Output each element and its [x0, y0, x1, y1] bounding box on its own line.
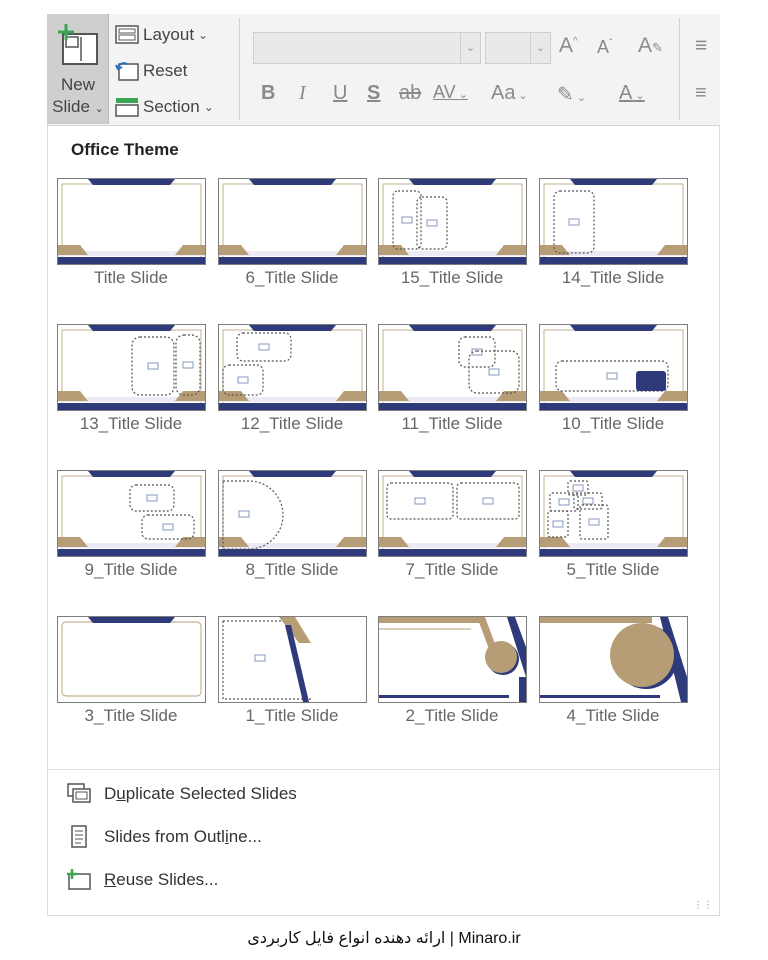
layout-caption[interactable]: Title Slide — [51, 268, 211, 288]
layout-preview — [379, 617, 526, 702]
layout-preview — [219, 471, 366, 556]
clear-formatting-icon[interactable]: A✎ — [638, 34, 663, 58]
bold-button[interactable]: B — [261, 82, 275, 105]
layout-preview — [58, 179, 205, 264]
outline-label: Slides from Outline... — [104, 827, 262, 846]
duplicate-slides-icon — [67, 783, 91, 803]
layout-preview — [379, 179, 526, 264]
underline-button[interactable]: U — [333, 82, 347, 105]
layout-thumbnail[interactable] — [218, 178, 367, 265]
layout-thumbnail[interactable] — [539, 470, 688, 557]
reuse-slides-item[interactable]: Reuse Slides... — [66, 865, 218, 895]
layout-caption[interactable]: 9_Title Slide — [51, 560, 211, 580]
new-slide-icon — [58, 24, 98, 65]
layout-caption[interactable]: 11_Title Slide — [372, 414, 532, 434]
layout-caption[interactable]: 14_Title Slide — [533, 268, 693, 288]
layout-preview — [540, 471, 687, 556]
new-slide-button[interactable]: New Slide ⌄ — [47, 14, 109, 124]
layout-preview — [540, 325, 687, 410]
layout-preview — [540, 617, 687, 702]
layout-preview — [379, 325, 526, 410]
reset-button[interactable]: Reset — [115, 56, 187, 86]
chevron-down-icon: ⌄ — [530, 33, 550, 63]
decrease-font-size-icon[interactable]: Aˇ — [597, 37, 612, 58]
layout-caption[interactable]: 8_Title Slide — [212, 560, 372, 580]
layout-thumbnail[interactable] — [218, 470, 367, 557]
section-button[interactable]: Section ⌄ — [115, 92, 214, 122]
font-color-icon[interactable]: A ⌄ — [619, 82, 645, 105]
layout-preview — [58, 471, 205, 556]
character-spacing-button[interactable]: AV ⌄ — [433, 82, 468, 103]
section-icon — [115, 98, 139, 117]
layout-preview — [540, 179, 687, 264]
layout-thumbnail[interactable] — [57, 616, 206, 703]
layout-icon — [115, 25, 139, 44]
font-size-combobox[interactable]: ⌄ — [485, 32, 551, 64]
layout-thumbnail[interactable] — [57, 324, 206, 411]
layout-preview — [219, 325, 366, 410]
layout-caption[interactable]: 6_Title Slide — [212, 268, 372, 288]
layout-label: Layout — [143, 25, 195, 44]
watermark: Minaro.ir | ارائه دهنده انواع فایل کاربر… — [247, 930, 521, 947]
layout-thumbnail[interactable] — [218, 324, 367, 411]
duplicate-selected-slides-item[interactable]: Duplicate Selected Slides — [66, 779, 297, 809]
layout-thumbnail[interactable] — [57, 178, 206, 265]
duplicate-label: Duplicate Selected Slides — [104, 784, 297, 803]
layout-thumbnail[interactable] — [378, 616, 527, 703]
strikethrough-button[interactable]: ab — [399, 82, 421, 105]
layout-preview — [58, 325, 205, 410]
increase-font-size-icon[interactable]: A^ — [559, 34, 578, 58]
ribbon-separator — [679, 18, 680, 120]
resize-grip-icon[interactable]: ⋮⋮ — [693, 900, 713, 911]
chevron-down-icon: ⌄ — [203, 100, 214, 114]
layout-preview — [61, 617, 202, 697]
italic-button[interactable]: I — [299, 82, 306, 105]
layout-thumbnail[interactable] — [539, 324, 688, 411]
reuse-label: Reuse Slides... — [104, 870, 219, 889]
section-label: Section — [143, 97, 200, 116]
change-case-button[interactable]: Aa ⌄ — [491, 82, 528, 105]
layout-caption[interactable]: 7_Title Slide — [372, 560, 532, 580]
new-slide-label-line2: Slide ⌄ — [52, 97, 104, 116]
layout-button[interactable]: Layout ⌄ — [115, 20, 208, 50]
reuse-slides-icon — [67, 869, 91, 890]
outline-document-icon — [71, 825, 87, 848]
font-name-combobox[interactable]: ⌄ — [253, 32, 481, 64]
layout-preview — [379, 471, 526, 556]
reset-icon — [115, 62, 139, 81]
layout-thumbnail[interactable] — [378, 178, 527, 265]
bullets-icon[interactable]: ≡ — [695, 34, 707, 58]
ribbon-separator — [239, 18, 240, 120]
layout-caption[interactable]: 1_Title Slide — [212, 706, 372, 726]
layout-caption[interactable]: 15_Title Slide — [372, 268, 532, 288]
layout-thumbnail[interactable] — [539, 616, 688, 703]
layout-caption[interactable]: 12_Title Slide — [212, 414, 372, 434]
slides-from-outline-item[interactable]: Slides from Outline... — [66, 822, 262, 852]
shadow-button[interactable]: S — [367, 82, 380, 105]
menu-divider — [48, 769, 719, 770]
chevron-down-icon: ⌄ — [460, 33, 480, 63]
highlight-icon[interactable]: ✎ ⌄ — [557, 82, 586, 107]
layout-caption[interactable]: 3_Title Slide — [51, 706, 211, 726]
reset-label: Reset — [143, 61, 188, 80]
layout-thumbnail[interactable] — [539, 178, 688, 265]
layout-thumbnail[interactable] — [218, 616, 367, 703]
layout-thumbnail[interactable] — [378, 324, 527, 411]
theme-title: Office Theme — [71, 140, 179, 159]
ribbon: New Slide ⌄ Layout ⌄ Reset Section ⌄ ⌄ ⌄ — [47, 14, 720, 126]
layout-caption[interactable]: 5_Title Slide — [533, 560, 693, 580]
layout-caption[interactable]: 10_Title Slide — [533, 414, 693, 434]
layout-preview — [222, 617, 311, 702]
chevron-down-icon: ⌄ — [198, 28, 209, 42]
layout-preview — [219, 179, 366, 264]
layout-thumbnail[interactable] — [57, 470, 206, 557]
align-left-icon[interactable]: ≡ — [695, 82, 707, 105]
layout-thumbnail[interactable] — [378, 470, 527, 557]
layout-gallery-panel: Office Theme Title Slide 6_Title Slide 15_… — [47, 126, 720, 916]
layout-caption[interactable]: 2_Title Slide — [372, 706, 532, 726]
layout-caption[interactable]: 4_Title Slide — [533, 706, 693, 726]
layout-caption[interactable]: 13_Title Slide — [51, 414, 211, 434]
new-slide-label-line1: New — [60, 75, 95, 94]
